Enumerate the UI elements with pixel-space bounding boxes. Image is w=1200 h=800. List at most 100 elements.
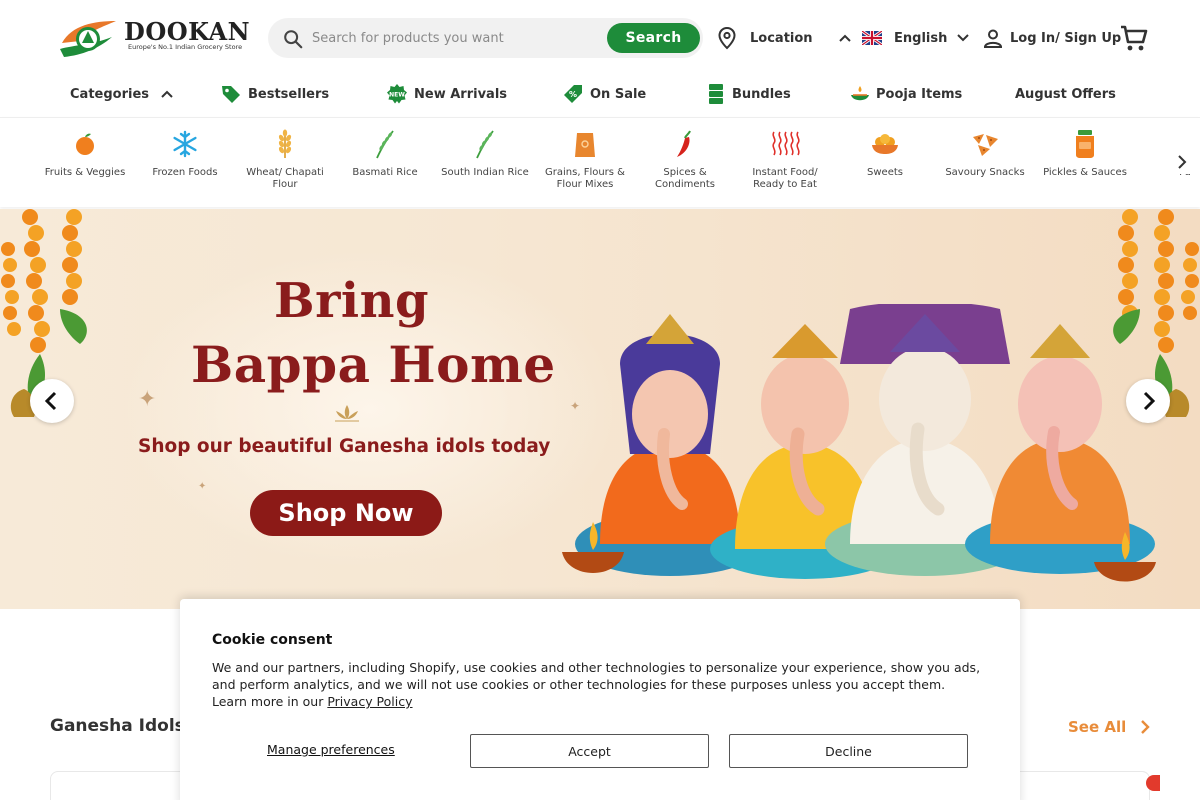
shop-now-button[interactable]: Shop Now: [250, 490, 442, 536]
leaf-logo-icon: [60, 21, 116, 57]
nav-pooja-items[interactable]: Pooja Items: [850, 80, 962, 108]
category-basmati-rice[interactable]: Basmati Rice: [340, 128, 430, 179]
location-selector[interactable]: Location: [716, 24, 853, 52]
category-strip: Fruits & Veggies Frozen Foods Wheat/ Cha…: [0, 117, 1200, 207]
chevron-right-icon: [1141, 720, 1150, 734]
category-spices[interactable]: Spices & Condiments: [640, 128, 730, 191]
privacy-policy-link[interactable]: Privacy Policy: [327, 694, 412, 709]
cart-icon[interactable]: [1118, 22, 1150, 54]
category-label: Savoury Snacks: [945, 167, 1025, 178]
orange-fruit-icon: [76, 133, 94, 155]
login-signup-link[interactable]: Log In/ Sign Up: [982, 24, 1121, 52]
accept-button[interactable]: Accept: [470, 734, 709, 768]
category-label: Basmati Rice: [352, 167, 418, 178]
rice-stalk-icon: [376, 130, 394, 159]
search-icon: [284, 30, 303, 49]
search-button[interactable]: Search: [607, 23, 700, 53]
chevron-up-icon: [161, 90, 173, 98]
diya-icon: [851, 86, 869, 101]
nav-new-arrivals[interactable]: NEW New Arrivals: [386, 80, 507, 108]
category-sweets[interactable]: Sweets: [840, 128, 930, 179]
language-selector[interactable]: English: [862, 24, 971, 52]
category-label: Frozen Foods: [152, 167, 218, 178]
see-all-link[interactable]: See All: [1068, 718, 1152, 736]
steam-icon: [772, 131, 800, 156]
category-south-indian-rice[interactable]: South Indian Rice: [440, 128, 530, 179]
category-savoury-snacks[interactable]: Savoury Snacks: [940, 128, 1030, 179]
category-label: Sweets: [867, 167, 903, 178]
category-label: Pickles & Sauces: [1043, 167, 1127, 178]
flour-sack-icon: [575, 133, 595, 157]
banner-title-line2: Bappa Home: [191, 335, 556, 394]
manage-preferences-link[interactable]: Manage preferences: [267, 742, 395, 757]
chili-icon: [677, 130, 691, 157]
svg-text:%: %: [569, 90, 577, 99]
decline-button[interactable]: Decline: [729, 734, 968, 768]
sale-tag-icon: %: [564, 85, 582, 103]
search-input[interactable]: [312, 27, 592, 49]
carousel-next-button[interactable]: [1126, 379, 1170, 423]
nav-bestsellers-label: Bestsellers: [248, 86, 330, 102]
category-label: Fruits & Veggies: [44, 167, 126, 178]
sparkle-icon: ✦: [198, 481, 207, 492]
nav-on-sale-label: On Sale: [590, 86, 647, 102]
bundles-icon: [709, 84, 723, 104]
nav-pooja-items-label: Pooja Items: [876, 86, 963, 102]
new-badge-icon: NEW: [387, 84, 407, 104]
brand-name: DOOKAN: [124, 17, 251, 46]
see-all-label: See All: [1068, 718, 1127, 736]
chevron-left-icon: [44, 391, 57, 411]
category-frozen-foods[interactable]: Frozen Foods: [140, 128, 230, 179]
category-scroll-next[interactable]: [1172, 152, 1192, 174]
search-bar: Search: [268, 18, 703, 58]
nav-on-sale[interactable]: % On Sale: [562, 80, 646, 108]
nav-categories-label: Categories: [70, 86, 150, 102]
section-title: Ganesha Idols: [50, 716, 185, 736]
location-label: Location: [750, 30, 813, 46]
site-header: DOOKAN Europe's No.1 Indian Grocery Stor…: [0, 0, 1200, 76]
wheat-icon: [278, 129, 292, 158]
lotus-icon: [335, 405, 359, 422]
dookan-logo[interactable]: DOOKAN Europe's No.1 Indian Grocery Stor…: [58, 14, 250, 62]
cookie-title: Cookie consent: [212, 632, 333, 648]
chevron-down-icon: [957, 34, 970, 42]
nav-august-offers[interactable]: August Offers: [1015, 80, 1116, 108]
nav-bestsellers[interactable]: Bestsellers: [220, 80, 329, 108]
sweets-bowl-icon: [872, 134, 898, 154]
nav-bundles[interactable]: Bundles: [706, 80, 791, 108]
nav-categories[interactable]: Categories: [70, 80, 175, 108]
discount-badge: [1146, 775, 1160, 791]
hero-banner[interactable]: ✦ ✦ ✦ Bring Bappa Home Shop our beautifu…: [0, 209, 1200, 609]
nav-new-arrivals-label: New Arrivals: [414, 86, 508, 102]
chevron-up-icon: [838, 34, 851, 42]
category-grains-flours[interactable]: Grains, Flours & Flour Mixes: [540, 128, 630, 191]
category-label: Wheat/ Chapati Flour: [246, 167, 324, 190]
rice-stalk-icon: [476, 130, 494, 159]
category-fruits-veggies[interactable]: Fruits & Veggies: [40, 128, 130, 179]
category-label: South Indian Rice: [441, 167, 529, 178]
main-nav: Categories Bestsellers NEW New Arrivals …: [0, 76, 1200, 116]
nav-august-offers-label: August Offers: [1015, 86, 1116, 102]
category-wheat-flour[interactable]: Wheat/ Chapati Flour: [240, 128, 330, 191]
carousel-prev-button[interactable]: [30, 379, 74, 423]
cookie-text: We and our partners, including Shopify, …: [212, 659, 982, 710]
language-label: English: [894, 30, 948, 46]
tag-icon: [222, 86, 240, 103]
category-instant-food[interactable]: Instant Food/ Ready to Eat: [740, 128, 830, 191]
nav-bundles-label: Bundles: [732, 86, 791, 102]
category-label: Grains, Flours & Flour Mixes: [545, 167, 625, 190]
location-pin-icon: [718, 26, 736, 50]
snacks-icon: [973, 134, 998, 156]
cookie-consent-dialog: Cookie consent We and our partners, incl…: [180, 599, 1020, 800]
uk-flag-icon: [862, 31, 882, 45]
category-pickles-sauces[interactable]: Pickles & Sauces: [1040, 128, 1130, 179]
pickle-jar-icon: [1076, 130, 1094, 158]
banner-title-line1: Bring: [274, 273, 430, 329]
snowflake-icon: [173, 130, 197, 158]
sparkle-icon: ✦: [138, 387, 157, 412]
user-icon: [983, 29, 1003, 48]
login-label: Log In/ Sign Up: [1010, 30, 1122, 46]
ganesha-idols-image: [562, 304, 1156, 582]
chevron-right-icon: [1178, 155, 1187, 169]
svg-text:NEW: NEW: [389, 92, 405, 99]
